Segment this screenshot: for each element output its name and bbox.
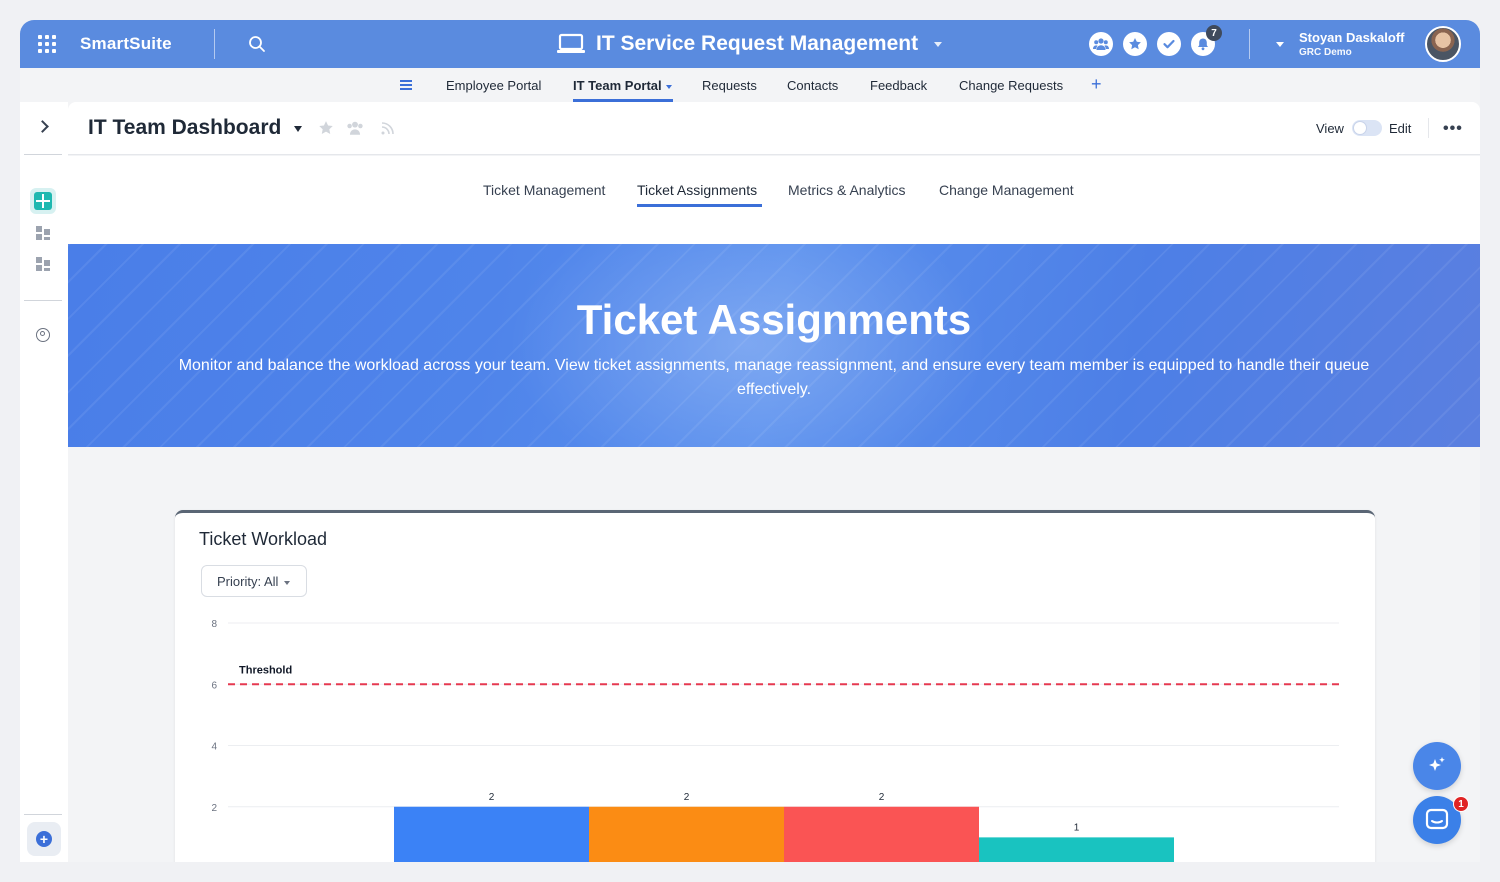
bar (784, 806, 979, 862)
card-title: Ticket Workload (199, 529, 328, 549)
dashboard-icon[interactable] (36, 226, 50, 240)
hero-description: Monitor and balance the workload across … (178, 357, 1370, 398)
bar (979, 837, 1174, 862)
tab-active-indicator (637, 204, 762, 207)
feed-icon[interactable] (380, 120, 396, 136)
edit-label: Edit (1389, 121, 1412, 136)
tab-ticket-assignments[interactable]: Ticket Assignments (637, 182, 757, 198)
user-name[interactable]: Stoyan Daskaloff (1299, 30, 1404, 45)
hero-banner: Ticket Assignments Monitor and balance t… (68, 244, 1480, 447)
y-tick-label: 6 (211, 680, 217, 691)
y-tick-label: 4 (211, 742, 217, 753)
tab-change-management[interactable]: Change Management (939, 182, 1074, 198)
workload-bar-chart: 024682 2 21Threshold (211, 619, 1339, 862)
avatar[interactable] (1425, 26, 1461, 62)
ai-assistant-button[interactable] (1413, 742, 1461, 790)
bar (589, 806, 784, 862)
nav-requests[interactable]: Requests (702, 78, 757, 93)
team-icon[interactable] (1089, 32, 1113, 56)
user-menu-chevron-icon[interactable] (1276, 42, 1284, 47)
dashboard-header: IT Team Dashboard View Edit ••• (68, 102, 1480, 155)
chevron-down-icon (284, 580, 291, 585)
sparkle-icon (1429, 757, 1445, 771)
solution-switcher[interactable]: IT Service Request Management (556, 30, 943, 58)
apps-grid-icon[interactable] (38, 35, 56, 53)
add-app-button[interactable]: + (1091, 74, 1102, 95)
members-icon[interactable] (346, 120, 363, 136)
bar-data-label: 1 (1074, 822, 1080, 833)
left-rail: + (20, 102, 68, 862)
laptop-icon (557, 33, 585, 53)
ticket-workload-card: Ticket Workload Priority: All 024682221T… (175, 510, 1375, 862)
nav-feedback[interactable]: Feedback (870, 78, 927, 93)
dashboard-tabs: Ticket Management Ticket Assignments Met… (68, 156, 1480, 244)
add-dashboard-button[interactable]: + (27, 822, 61, 856)
expand-sidebar-icon[interactable] (36, 120, 49, 133)
chevron-down-icon[interactable] (294, 126, 302, 132)
topbar-divider (1249, 29, 1250, 59)
chevron-down-icon (665, 84, 672, 89)
hero-title: Ticket Assignments (576, 296, 972, 343)
nav-item-label: IT Team Portal (573, 78, 662, 93)
chat-badge: 1 (1453, 796, 1469, 812)
dashboard-active-icon[interactable] (30, 188, 56, 214)
user-org: GRC Demo (1299, 47, 1352, 58)
user-circle-icon[interactable] (36, 328, 50, 342)
topbar-divider (214, 29, 215, 59)
page-title: IT Team Dashboard (88, 116, 282, 139)
brand-logo[interactable]: SmartSuite (80, 34, 172, 54)
tab-ticket-management[interactable]: Ticket Management (483, 182, 605, 198)
more-options-icon[interactable]: ••• (1443, 120, 1463, 138)
tab-metrics-analytics[interactable]: Metrics & Analytics (788, 182, 905, 198)
star-icon[interactable] (318, 120, 334, 136)
y-tick-label: 8 (211, 619, 217, 630)
nav-contacts[interactable]: Contacts (787, 78, 838, 93)
menu-icon[interactable] (400, 80, 412, 90)
priority-filter[interactable]: Priority: All (201, 565, 307, 597)
search-icon[interactable] (248, 35, 266, 53)
solution-nav: Employee Portal IT Team Portal Requests … (20, 68, 1480, 102)
view-label: View (1316, 121, 1344, 136)
star-icon[interactable] (1123, 32, 1147, 56)
header-divider (1428, 118, 1429, 138)
filter-label: Priority: All (217, 574, 279, 589)
nav-change-requests[interactable]: Change Requests (959, 78, 1063, 93)
nav-it-team-portal[interactable]: IT Team Portal (573, 78, 672, 93)
y-tick-label: 2 (211, 803, 217, 814)
top-bar: SmartSuite IT Service Request Management… (20, 20, 1480, 68)
bar-data-label: 2 (684, 792, 690, 803)
hero-background-glow (488, 244, 1008, 447)
main-panel: IT Team Dashboard View Edit ••• Ticket M… (68, 102, 1480, 862)
threshold-label: Threshold (239, 664, 292, 676)
rail-divider (24, 814, 62, 815)
view-edit-toggle[interactable] (1352, 120, 1382, 136)
chevron-down-icon (934, 41, 943, 47)
bar-data-label: 2 (879, 792, 885, 803)
rail-divider (24, 154, 62, 155)
nav-employee-portal[interactable]: Employee Portal (446, 78, 541, 93)
rail-divider (24, 300, 62, 301)
bar-data-label: 2 (489, 792, 495, 803)
notification-badge: 7 (1206, 25, 1222, 41)
solution-title: IT Service Request Management (596, 32, 919, 55)
check-icon[interactable] (1157, 32, 1181, 56)
app-window: SmartSuite IT Service Request Management… (20, 20, 1480, 862)
dashboard-icon[interactable] (36, 257, 50, 271)
plus-icon: + (36, 831, 52, 847)
bar (394, 806, 589, 862)
